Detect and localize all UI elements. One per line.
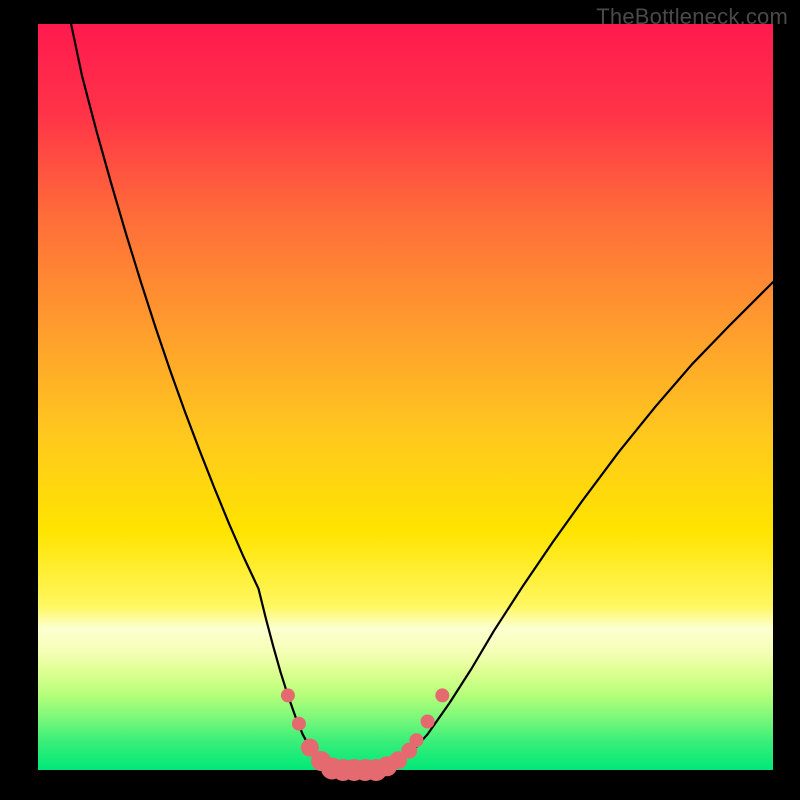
curve-plot	[0, 0, 800, 800]
curve-marker	[410, 733, 424, 747]
curve-marker	[281, 688, 295, 702]
watermark-text: TheBottleneck.com	[596, 4, 788, 30]
curve-marker	[421, 715, 435, 729]
curve-marker	[435, 688, 449, 702]
chart-container: TheBottleneck.com	[0, 0, 800, 800]
curve-marker	[292, 717, 306, 731]
